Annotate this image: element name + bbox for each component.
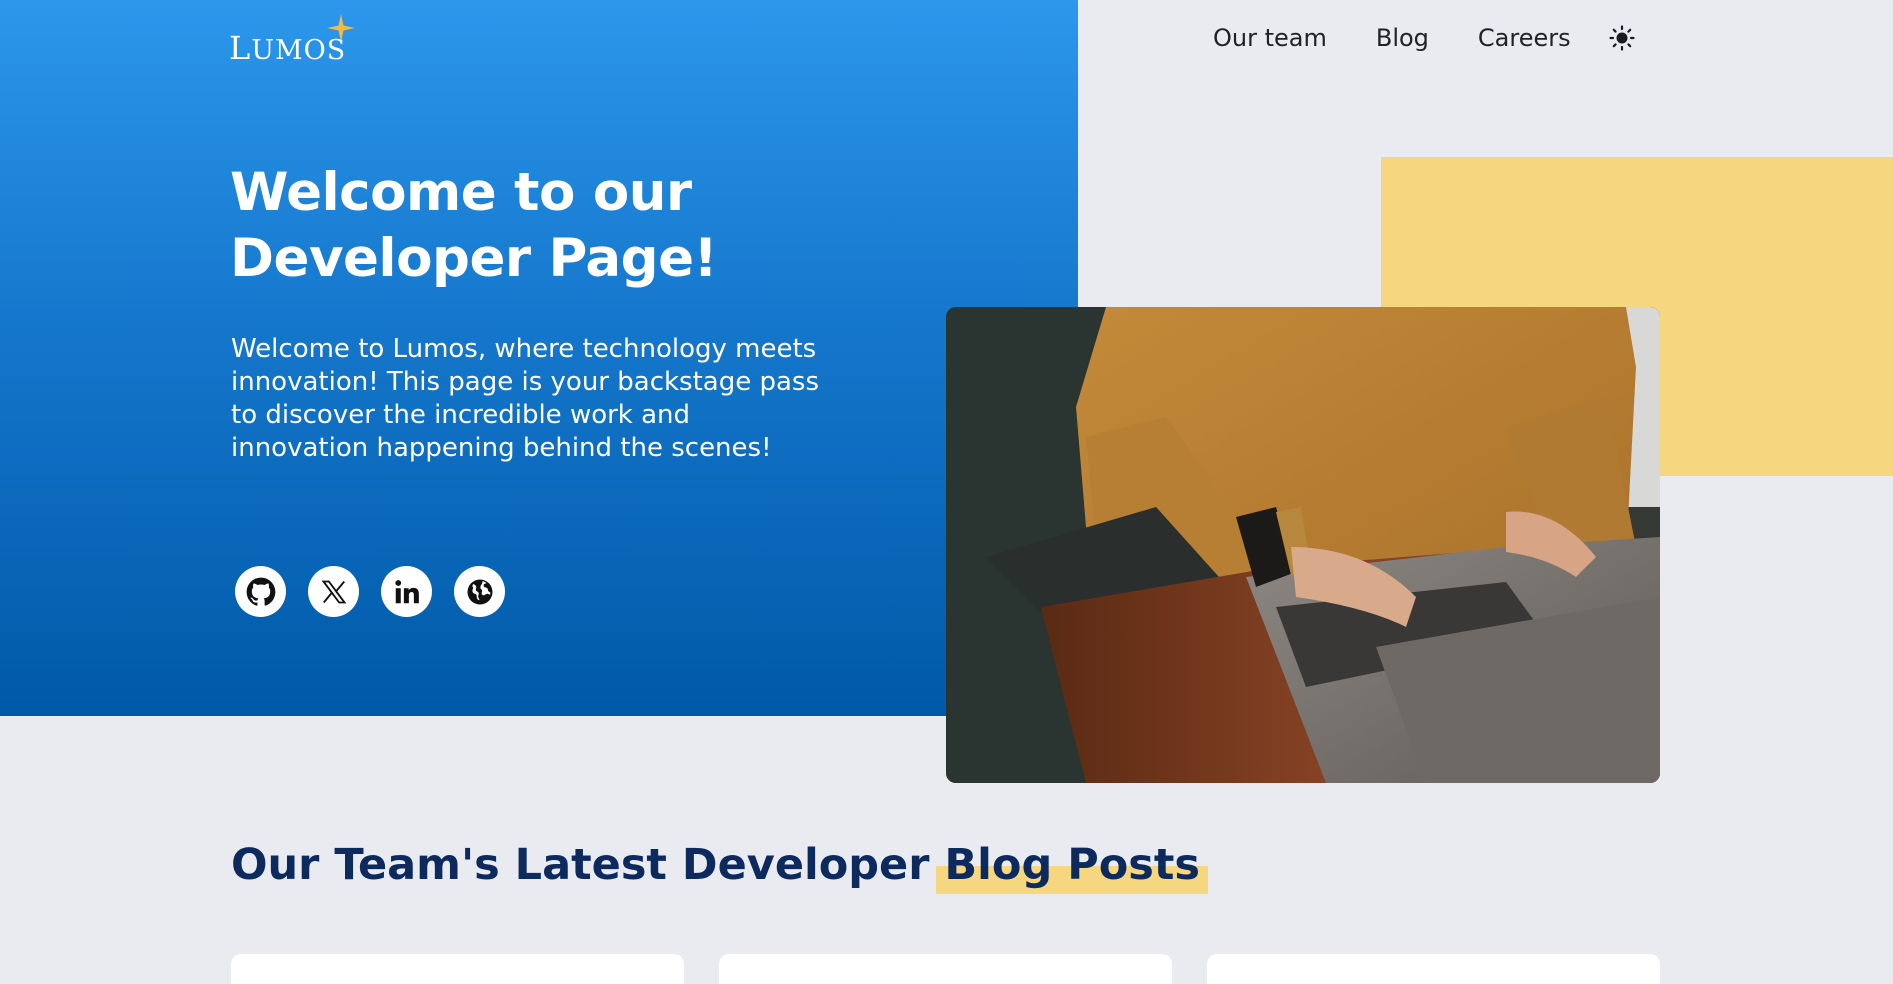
theme-toggle-button[interactable] xyxy=(1607,23,1637,53)
blog-card[interactable] xyxy=(231,954,684,984)
linkedin-icon xyxy=(394,579,419,603)
star-icon xyxy=(327,14,355,42)
hero-photo-laptop xyxy=(946,307,1660,783)
hero-title: Welcome to our Developer Page! xyxy=(230,162,718,289)
blog-card[interactable] xyxy=(719,954,1172,984)
section-title-prefix: Our Team's Latest Developer xyxy=(231,840,945,890)
social-links xyxy=(235,566,505,617)
section-title-highlight: Blog Posts xyxy=(936,840,1208,894)
nav-item-careers[interactable]: Careers xyxy=(1478,24,1571,52)
main-nav: Our team Blog Careers xyxy=(1213,20,1637,56)
lumos-logo[interactable]: LUMOS xyxy=(229,12,359,68)
blog-section-title: Our Team's Latest Developer Blog Posts xyxy=(231,840,1231,894)
hero-description: Welcome to Lumos, where technology meets… xyxy=(231,334,820,463)
linkedin-button[interactable] xyxy=(381,566,432,617)
x-icon xyxy=(321,580,346,603)
laptop-photo-illustration xyxy=(946,307,1660,783)
nav-item-blog[interactable]: Blog xyxy=(1376,24,1429,52)
nav-item-our-team[interactable]: Our team xyxy=(1213,24,1327,52)
website-button[interactable] xyxy=(454,566,505,617)
x-twitter-button[interactable] xyxy=(308,566,359,617)
sun-icon xyxy=(1609,25,1635,51)
github-icon xyxy=(246,577,275,606)
blog-card[interactable] xyxy=(1207,954,1660,984)
globe-icon xyxy=(467,579,492,604)
github-button[interactable] xyxy=(235,566,286,617)
